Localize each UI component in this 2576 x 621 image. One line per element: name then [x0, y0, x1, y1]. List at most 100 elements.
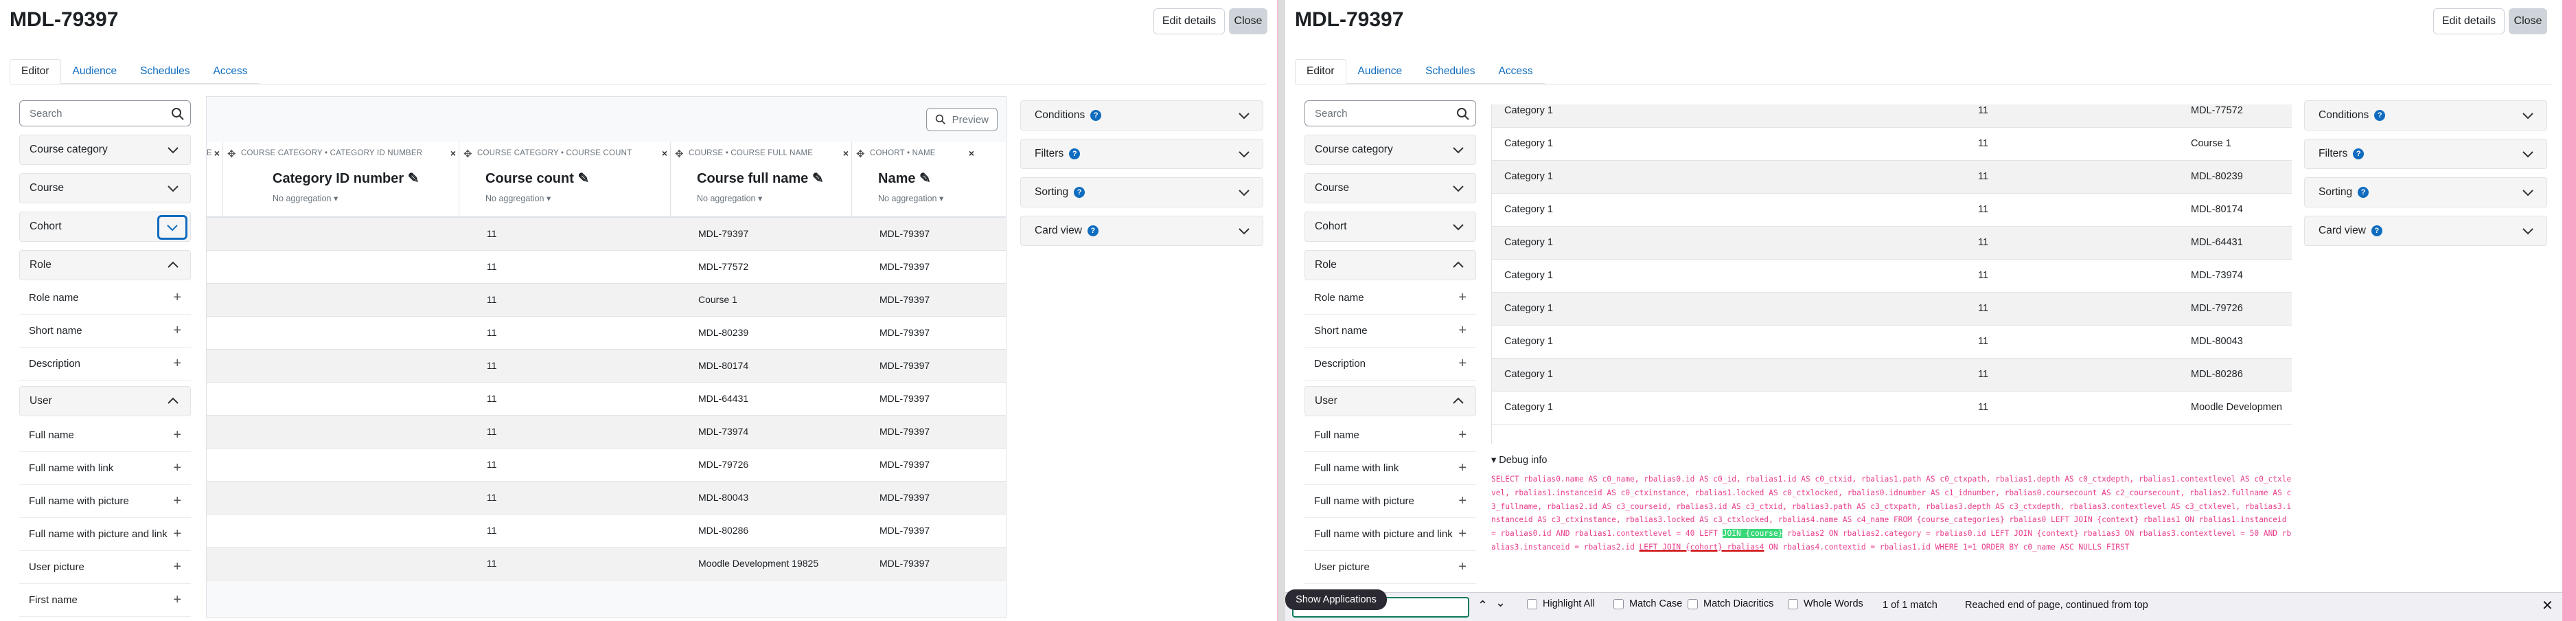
sidebar-field-full-name-link[interactable]: Full name with link +: [1304, 452, 1476, 485]
search-input[interactable]: Search: [19, 100, 191, 126]
plus-icon[interactable]: +: [173, 356, 181, 372]
aggregation-select[interactable]: No aggregation ▾: [878, 193, 943, 203]
sidebar-field-full-name-link[interactable]: Full name with link +: [19, 452, 191, 485]
whole-words-checkbox[interactable]: Whole Words: [1788, 598, 1863, 609]
remove-column-icon[interactable]: ×: [843, 148, 849, 159]
panel-sorting[interactable]: Sorting?: [1020, 177, 1263, 207]
aggregation-select[interactable]: No aggregation ▾: [697, 193, 762, 203]
tab-schedules[interactable]: Schedules: [128, 59, 201, 84]
sidebar-item-user[interactable]: User: [19, 386, 191, 416]
plus-icon[interactable]: +: [1458, 460, 1467, 476]
plus-icon[interactable]: +: [1458, 356, 1467, 372]
sidebar-item-user[interactable]: User: [1304, 386, 1476, 416]
remove-column-icon[interactable]: ×: [214, 148, 220, 159]
sidebar-field-description[interactable]: Description +: [19, 348, 191, 381]
help-icon[interactable]: ?: [1090, 110, 1102, 121]
aggregation-select[interactable]: No aggregation ▾: [273, 193, 338, 203]
close-button[interactable]: Close: [1229, 8, 1267, 34]
tab-editor[interactable]: Editor: [1295, 59, 1346, 84]
preview-button[interactable]: Preview: [926, 108, 998, 131]
plus-icon[interactable]: +: [173, 427, 181, 443]
plus-icon[interactable]: +: [1458, 427, 1467, 443]
panel-filters[interactable]: Filters?: [2304, 139, 2547, 169]
column-name[interactable]: Course full name ✎: [697, 170, 824, 187]
sidebar-item-role[interactable]: Role: [19, 250, 191, 280]
window-divider[interactable]: [1277, 0, 1285, 621]
remove-column-icon[interactable]: ×: [450, 148, 456, 159]
debug-info-toggle[interactable]: ▾ Debug info: [1491, 455, 2292, 466]
move-icon[interactable]: ✥: [675, 148, 684, 160]
sidebar-field-user-picture[interactable]: User picture +: [1304, 551, 1476, 584]
sidebar-field-full-name-picture-link[interactable]: Full name with picture and link +: [1304, 518, 1476, 551]
plus-icon[interactable]: +: [173, 559, 181, 575]
plus-icon[interactable]: +: [1458, 559, 1467, 575]
panel-conditions[interactable]: Conditions?: [2304, 100, 2547, 131]
panel-sorting[interactable]: Sorting?: [2304, 177, 2547, 207]
help-icon[interactable]: ?: [2374, 110, 2386, 121]
plus-icon[interactable]: +: [1458, 290, 1467, 306]
sidebar-item-course[interactable]: Course: [19, 173, 191, 203]
plus-icon[interactable]: +: [1458, 526, 1467, 542]
scrollbar[interactable]: [2562, 0, 2576, 621]
tab-access[interactable]: Access: [1487, 59, 1545, 84]
help-icon[interactable]: ?: [1087, 225, 1099, 236]
tab-audience[interactable]: Audience: [1346, 59, 1414, 84]
tab-audience[interactable]: Audience: [61, 59, 129, 84]
column-name[interactable]: Category ID number ✎: [273, 170, 419, 187]
sidebar-item-course-category[interactable]: Course category: [1304, 135, 1476, 165]
plus-icon[interactable]: +: [173, 323, 181, 339]
sidebar-field-full-name[interactable]: Full name +: [19, 419, 191, 452]
sidebar-field-full-name-picture-link[interactable]: Full name with picture and link +: [19, 518, 191, 551]
match-diacritics-checkbox[interactable]: Match Diacritics: [1688, 598, 1773, 609]
plus-icon[interactable]: +: [1458, 493, 1467, 509]
column-name[interactable]: Course count ✎: [485, 170, 589, 187]
move-icon[interactable]: ✥: [856, 148, 865, 160]
sidebar-item-cohort[interactable]: Cohort: [1304, 212, 1476, 242]
search-input[interactable]: Search: [1304, 100, 1476, 126]
cohort-toggle-button[interactable]: [157, 215, 187, 240]
plus-icon[interactable]: +: [173, 290, 181, 306]
help-icon[interactable]: ?: [2371, 225, 2382, 236]
tab-editor[interactable]: Editor: [10, 59, 61, 84]
highlight-all-checkbox[interactable]: Highlight All: [1527, 598, 1595, 609]
help-icon[interactable]: ?: [2353, 148, 2365, 159]
panel-filters[interactable]: Filters?: [1020, 139, 1263, 169]
remove-column-icon[interactable]: ×: [662, 148, 667, 159]
sidebar-item-role[interactable]: Role: [1304, 250, 1476, 280]
help-icon[interactable]: ?: [2358, 187, 2369, 198]
close-icon[interactable]: ✕: [2542, 597, 2553, 614]
plus-icon[interactable]: +: [173, 592, 181, 608]
help-icon[interactable]: ?: [1074, 187, 1085, 198]
column-name[interactable]: Name ✎: [878, 170, 931, 187]
plus-icon[interactable]: +: [173, 526, 181, 542]
sidebar-field-role-name[interactable]: Role name +: [1304, 282, 1476, 315]
panel-card-view[interactable]: Card view?: [1020, 216, 1263, 246]
sidebar-field-role-name[interactable]: Role name +: [19, 282, 191, 315]
close-button[interactable]: Close: [2509, 8, 2547, 34]
sidebar-field-full-name[interactable]: Full name +: [1304, 419, 1476, 452]
plus-icon[interactable]: +: [1458, 323, 1467, 339]
tab-schedules[interactable]: Schedules: [1414, 59, 1486, 84]
move-icon[interactable]: ✥: [463, 148, 472, 160]
sidebar-item-cohort[interactable]: Cohort: [19, 212, 191, 242]
sidebar-field-short-name[interactable]: Short name +: [19, 315, 191, 348]
match-case-checkbox[interactable]: Match Case: [1613, 598, 1682, 609]
plus-icon[interactable]: +: [173, 493, 181, 509]
sidebar-field-user-picture[interactable]: User picture +: [19, 551, 191, 584]
aggregation-select[interactable]: No aggregation ▾: [485, 193, 551, 203]
sidebar-field-full-name-picture[interactable]: Full name with picture +: [19, 485, 191, 518]
tab-access[interactable]: Access: [202, 59, 260, 84]
help-icon[interactable]: ?: [1069, 148, 1081, 159]
sidebar-item-course-category[interactable]: Course category: [19, 135, 191, 165]
sidebar-field-description[interactable]: Description +: [1304, 348, 1476, 381]
panel-conditions[interactable]: Conditions?: [1020, 100, 1263, 131]
sidebar-item-course[interactable]: Course: [1304, 173, 1476, 203]
edit-details-button[interactable]: Edit details: [2433, 8, 2505, 34]
edit-details-button[interactable]: Edit details: [1153, 8, 1225, 34]
remove-column-icon[interactable]: ×: [969, 148, 974, 159]
sidebar-field-first-name[interactable]: First name +: [19, 584, 191, 617]
move-icon[interactable]: ✥: [227, 148, 236, 160]
panel-card-view[interactable]: Card view?: [2304, 216, 2547, 246]
find-previous-icon[interactable]: ⌃: [1477, 598, 1488, 613]
plus-icon[interactable]: +: [173, 460, 181, 476]
